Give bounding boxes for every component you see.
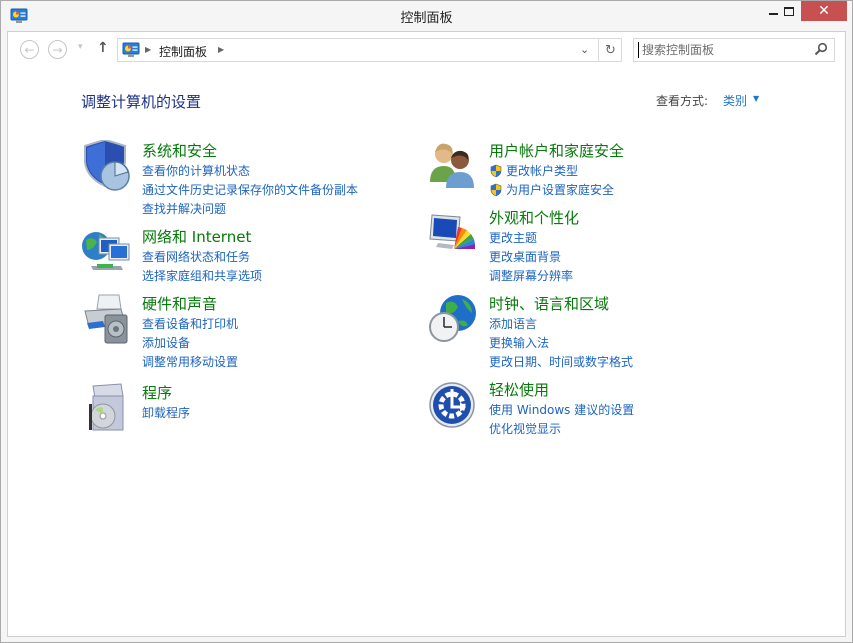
link-file-history[interactable]: 通过文件历史记录保存你的文件备份副本 [142, 180, 358, 199]
back-arrow-icon: ← [24, 42, 35, 57]
link-recommended-settings[interactable]: 使用 Windows 建议的设置 [489, 400, 634, 419]
text-cursor [638, 42, 639, 58]
link-screen-resolution[interactable]: 调整屏幕分辨率 [489, 266, 573, 285]
back-button[interactable]: ← [20, 40, 39, 59]
category-links: 更改帐户类型 为用户设置家庭安全 [489, 161, 614, 199]
breadcrumb-separator-icon[interactable]: ▶ [145, 45, 151, 54]
maximize-button[interactable] [774, 1, 804, 21]
search-box[interactable] [633, 38, 835, 62]
uac-shield-icon [490, 164, 502, 177]
link-add-device[interactable]: 添加设备 [142, 333, 238, 352]
close-icon: ✕ [818, 3, 830, 19]
category-title[interactable]: 程序 [142, 382, 172, 403]
link-add-language[interactable]: 添加语言 [489, 314, 633, 333]
forward-arrow-icon: → [52, 42, 63, 57]
link-homegroup[interactable]: 选择家庭组和共享选项 [142, 266, 262, 285]
network-globe-icon[interactable] [81, 226, 133, 278]
control-panel-window: 控制面板 ✕ ← → ▾ ↑ ▶ 控制面板 ▶ ⌄ ↻ 搜索控制面板 调整计算机… [0, 0, 853, 643]
recent-locations-button[interactable]: ▾ [78, 42, 83, 52]
chevron-down-icon: ▾ [78, 42, 83, 52]
printer-speaker-icon[interactable] [81, 293, 133, 345]
link-change-account-type[interactable]: 更改帐户类型 [489, 161, 614, 180]
view-by-chevron-icon[interactable]: ▼ [753, 94, 759, 103]
category-links: 添加语言 更换输入法 更改日期、时间或数字格式 [489, 314, 633, 371]
link-date-time-format[interactable]: 更改日期、时间或数字格式 [489, 352, 633, 371]
link-network-status[interactable]: 查看网络状态和任务 [142, 247, 262, 266]
link-uninstall-program[interactable]: 卸载程序 [142, 403, 190, 422]
category-links: 查看网络状态和任务 选择家庭组和共享选项 [142, 247, 262, 285]
view-by-label: 查看方式: [656, 94, 709, 108]
link-devices-printers[interactable]: 查看设备和打印机 [142, 314, 238, 333]
category-title[interactable]: 网络和 Internet [142, 226, 251, 247]
up-button[interactable]: ↑ [97, 40, 109, 56]
search-icon[interactable] [814, 42, 828, 56]
page-title: 调整计算机的设置 [81, 93, 202, 111]
link-label[interactable]: 为用户设置家庭安全 [506, 181, 614, 198]
category-links: 使用 Windows 建议的设置 优化视觉显示 [489, 400, 634, 438]
search-input[interactable] [642, 41, 812, 59]
category-title[interactable]: 系统和安全 [142, 140, 217, 161]
uac-shield-icon [490, 183, 502, 196]
link-change-input-method[interactable]: 更换输入法 [489, 333, 633, 352]
refresh-button[interactable]: ↻ [598, 39, 622, 61]
link-label[interactable]: 更改帐户类型 [506, 162, 578, 179]
category-title[interactable]: 外观和个性化 [489, 207, 579, 228]
close-button[interactable]: ✕ [801, 1, 847, 21]
monitor-palette-icon[interactable] [428, 207, 480, 259]
breadcrumb-control-panel[interactable]: 控制面板 [159, 43, 207, 60]
navigation-bar: ← → ▾ ↑ ▶ 控制面板 ▶ ⌄ ↻ [8, 32, 845, 68]
up-arrow-icon: ↑ [97, 40, 109, 56]
ease-of-access-icon[interactable] [428, 379, 480, 431]
program-box-icon[interactable] [81, 382, 133, 434]
category-links: 卸载程序 [142, 403, 190, 422]
view-by-dropdown[interactable]: 类别 [723, 92, 747, 109]
category-title[interactable]: 轻松使用 [489, 379, 549, 400]
address-bar[interactable]: ▶ 控制面板 ▶ ⌄ ↻ [117, 38, 622, 62]
title-bar[interactable]: 控制面板 ✕ [1, 1, 852, 31]
window-title: 控制面板 [400, 11, 453, 26]
category-title[interactable]: 时钟、语言和区域 [489, 293, 609, 314]
category-title[interactable]: 硬件和声音 [142, 293, 217, 314]
forward-button[interactable]: → [48, 40, 67, 59]
link-change-theme[interactable]: 更改主题 [489, 228, 573, 247]
shield-chart-icon[interactable] [81, 140, 133, 192]
content-pane: ← → ▾ ↑ ▶ 控制面板 ▶ ⌄ ↻ 搜索控制面板 调整计算机的设置 查看方… [7, 31, 846, 637]
link-change-background[interactable]: 更改桌面背景 [489, 247, 573, 266]
link-mobility-settings[interactable]: 调整常用移动设置 [142, 352, 238, 371]
link-troubleshoot[interactable]: 查找并解决问题 [142, 199, 358, 218]
link-optimize-visual-display[interactable]: 优化视觉显示 [489, 419, 634, 438]
address-history-dropdown[interactable]: ⌄ [580, 43, 589, 56]
breadcrumb-separator-icon[interactable]: ▶ [218, 45, 224, 54]
link-family-safety[interactable]: 为用户设置家庭安全 [489, 180, 614, 199]
clock-globe-icon[interactable] [428, 293, 480, 345]
refresh-icon: ↻ [605, 42, 616, 58]
category-links: 更改主题 更改桌面背景 调整屏幕分辨率 [489, 228, 573, 285]
category-links: 查看设备和打印机 添加设备 调整常用移动设置 [142, 314, 238, 371]
link-view-computer-status[interactable]: 查看你的计算机状态 [142, 161, 358, 180]
category-links: 查看你的计算机状态 通过文件历史记录保存你的文件备份副本 查找并解决问题 [142, 161, 358, 218]
users-icon[interactable] [428, 140, 480, 192]
category-title[interactable]: 用户帐户和家庭安全 [489, 140, 624, 161]
control-panel-icon [122, 42, 140, 57]
maximize-icon [784, 6, 794, 16]
